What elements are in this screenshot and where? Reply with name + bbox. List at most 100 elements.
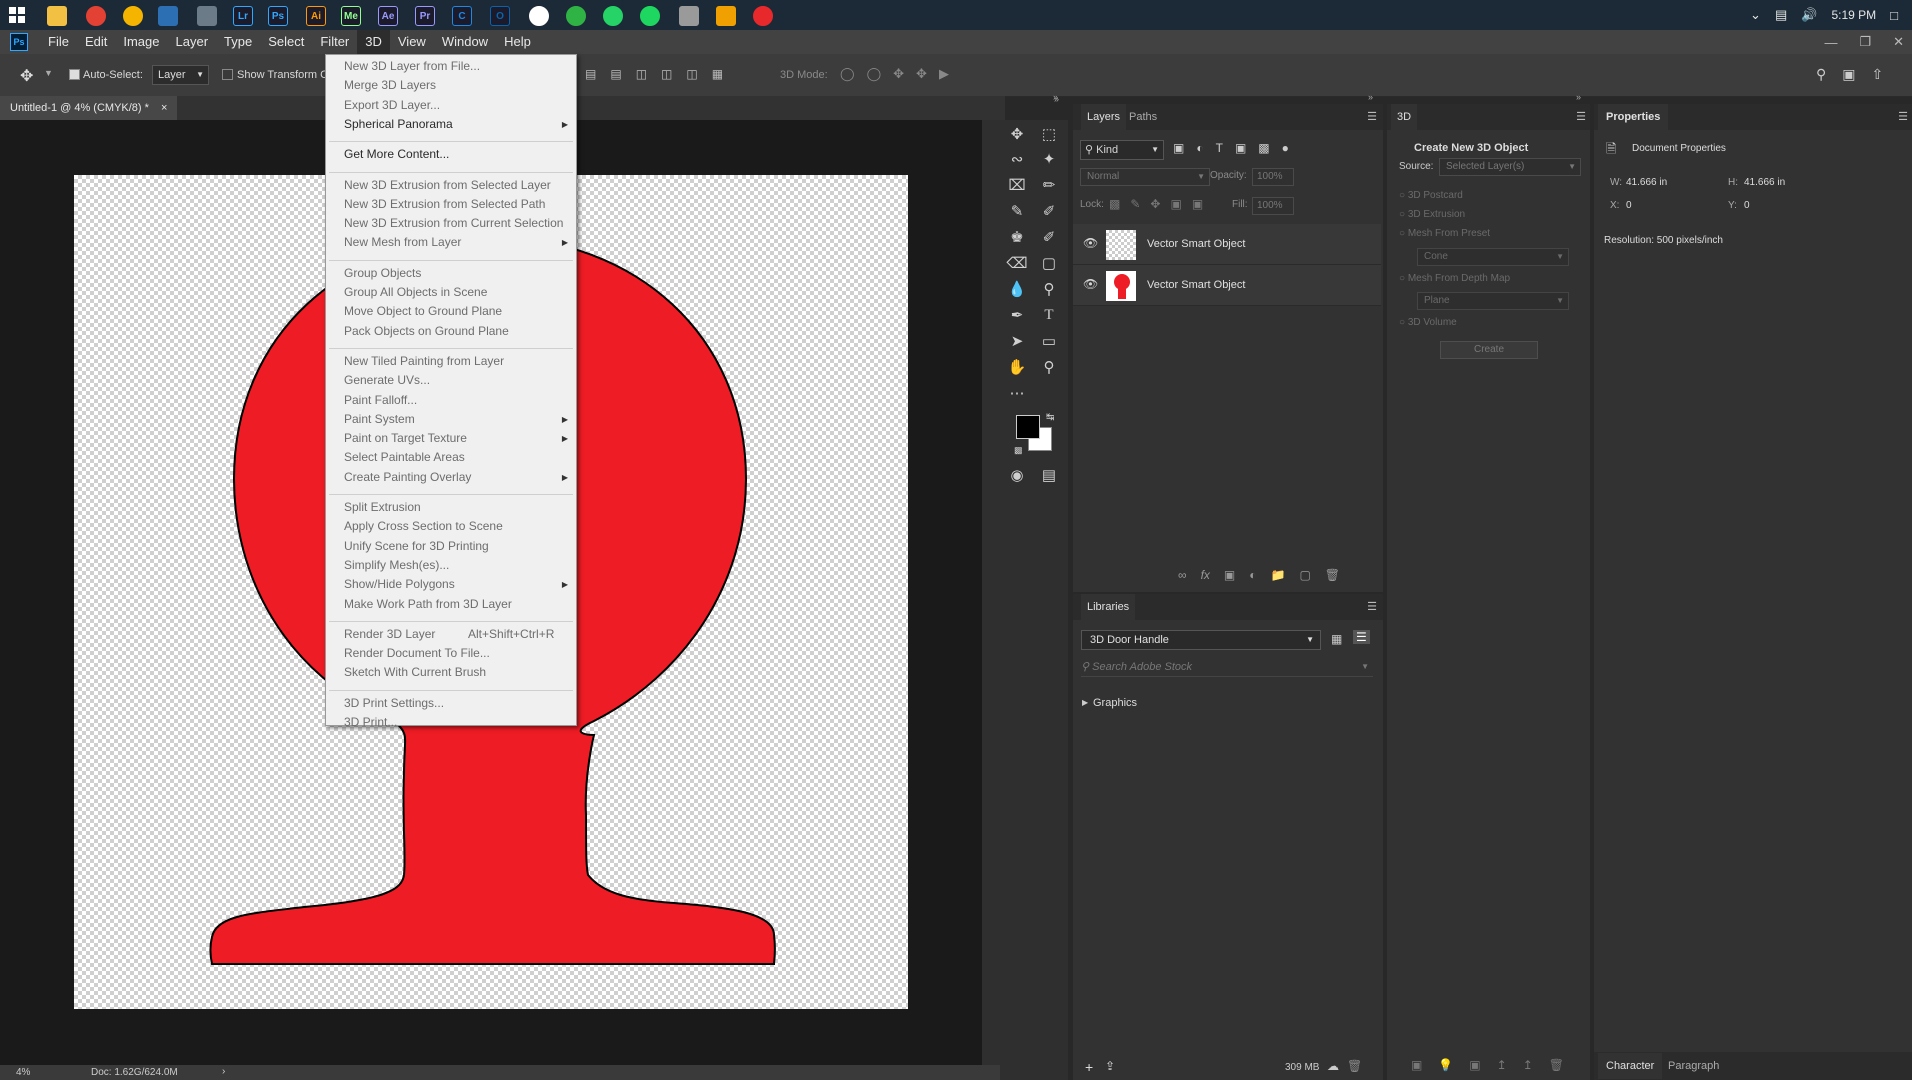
auto-select-checkbox[interactable] [69,69,80,80]
share-icon[interactable]: ⇧ [1872,66,1884,83]
lock-position-icon[interactable]: ✥ [1150,197,1160,211]
option-3d-extrusion[interactable]: ○ 3D Extrusion [1399,209,1465,220]
height-value[interactable]: 41.666 in [1744,177,1785,188]
width-value[interactable]: 41.666 in [1626,177,1667,188]
panel-menu-icon[interactable]: ☰ [1576,110,1586,123]
menu-item-get-more-content[interactable]: Get More Content... [344,147,449,161]
distribute-right-icon[interactable]: ◫ [686,67,697,83]
menu-item-render-3d-layer[interactable]: Render 3D Layer [344,627,435,641]
gradient-tool-icon[interactable]: ▢ [1038,252,1060,274]
menu-image[interactable]: Image [115,30,167,54]
path-selection-tool-icon[interactable]: ➤ [1006,330,1028,352]
close-tab-icon[interactable]: × [161,96,167,120]
option-mesh-from-depth-map[interactable]: ○ Mesh From Depth Map [1399,273,1510,284]
status-chevron-icon[interactable]: › [222,1066,225,1077]
lock-artboard-icon[interactable]: ▣ [1170,197,1181,211]
tab-3d[interactable]: 3D [1391,104,1418,130]
premiere-icon[interactable]: Pr [415,6,435,26]
menu-item-paint-on-target-texture[interactable]: Paint on Target Texture [344,431,467,445]
menu-item-group-objects[interactable]: Group Objects [344,266,421,280]
menu-item-split-extrusion[interactable]: Split Extrusion [344,500,421,514]
menu-item-3d-print[interactable]: 3D Print... [344,715,397,729]
menu-item-paint-system[interactable]: Paint System [344,412,415,426]
tab-libraries[interactable]: Libraries [1081,594,1136,620]
file-explorer-icon[interactable] [47,6,67,26]
add-content-icon[interactable]: + [1085,1059,1093,1075]
adjustment-layer-icon[interactable]: ◐ [1249,568,1256,582]
visibility-eye-icon[interactable]: 👁 [1083,236,1098,250]
menu-item-spherical-panorama[interactable]: Spherical Panorama [344,117,453,131]
layer-select-dropdown[interactable]: Layer ▼ [152,65,209,85]
layer-name[interactable]: Vector Smart Object [1147,238,1245,250]
tab-paths[interactable]: Paths [1129,104,1157,130]
layer-row[interactable]: 👁 Vector Smart Object [1073,224,1381,265]
panel-menu-icon[interactable]: ☰ [1367,110,1377,123]
opacity-input[interactable]: 100% [1252,168,1294,186]
clock[interactable]: 5:19 PM [1831,8,1876,22]
delete-icon[interactable]: 🗑 [1347,1059,1362,1073]
y-value[interactable]: 0 [1744,200,1750,211]
grid-view-icon[interactable]: ▦ [1331,632,1342,646]
menu-window[interactable]: Window [434,30,496,54]
pen-tool-icon[interactable]: ✒ [1006,304,1028,326]
tab-layers[interactable]: Layers [1081,104,1127,130]
x-value[interactable]: 0 [1626,200,1632,211]
new-group-icon[interactable]: 📁 [1271,568,1286,582]
menu-item-move-object-to-ground-plane[interactable]: Move Object to Ground Plane [344,304,502,318]
search-icon[interactable]: ⚲ [1816,66,1826,83]
quick-mask-icon[interactable]: ◉ [1006,464,1028,486]
menu-item-new-3d-extrusion-from-current-selection[interactable]: New 3D Extrusion from Current Selection [344,216,563,230]
auto-align-icon[interactable]: ▦ [712,67,723,83]
lock-all-icon[interactable]: ▣ [1192,197,1203,211]
creative-cloud-icon[interactable] [753,6,773,26]
filter-kind-dropdown[interactable]: ⚲ Kind ▼ [1080,140,1164,160]
menu-edit[interactable]: Edit [77,30,115,54]
screen-mode-icon[interactable]: ▤ [1038,464,1060,486]
show-transform-checkbox[interactable] [222,69,233,80]
menu-item-sketch-with-current-brush[interactable]: Sketch With Current Brush [344,665,486,679]
menu-item-create-painting-overlay[interactable]: Create Painting Overlay [344,470,471,484]
eyedropper-tool-icon[interactable]: ✏ [1038,174,1060,196]
panel-menu-icon[interactable]: ☰ [1898,110,1908,123]
depth-map-dropdown[interactable]: Plane ▼ [1417,292,1569,310]
menu-item-render-document-to-file[interactable]: Render Document To File... [344,646,490,660]
tab-paragraph[interactable]: Paragraph [1668,1053,1719,1079]
menu-3d[interactable]: 3D [357,30,390,54]
menu-item-new-tiled-painting-from-layer[interactable]: New Tiled Painting from Layer [344,354,504,368]
slide-3d-icon[interactable]: ✥ [916,66,927,82]
type-tool-icon[interactable]: T [1038,304,1060,326]
expand-triangle-icon[interactable]: ▶ [1082,698,1088,707]
store-icon[interactable] [716,6,736,26]
magic-wand-tool-icon[interactable]: ✦ [1038,148,1060,170]
lightroom-icon[interactable]: Lr [233,6,253,26]
menu-item-new-3d-layer-from-file[interactable]: New 3D Layer from File... [344,59,480,73]
menu-layer[interactable]: Layer [168,30,217,54]
menu-item-group-all-objects-in-scene[interactable]: Group All Objects in Scene [344,285,487,299]
brush-tool-icon[interactable]: ✐ [1038,200,1060,222]
camera-icon[interactable]: ↥ [1523,1058,1533,1072]
fx-icon[interactable]: fx [1201,568,1210,582]
menu-item-new-3d-extrusion-from-selected-path[interactable]: New 3D Extrusion from Selected Path [344,197,545,211]
collapse-arrows-icon[interactable]: » [1053,92,1058,102]
minimize-icon[interactable]: — [1824,35,1837,50]
menu-item-3d-print-settings[interactable]: 3D Print Settings... [344,696,444,710]
mesh-icon[interactable]: ▣ [1469,1058,1480,1072]
eraser-tool-icon[interactable]: ⌫ [1006,252,1028,274]
document-tab[interactable]: Untitled-1 @ 4% (CMYK/8) * × [0,96,178,120]
swap-colors-icon[interactable]: ↹ [1046,412,1054,423]
delete-layer-icon[interactable]: 🗑 [1325,568,1340,582]
app-line-icon[interactable] [679,6,699,26]
clone-stamp-tool-icon[interactable]: ♚ [1006,226,1028,248]
vertical-scrollbar[interactable] [982,120,1000,1065]
filter-toggle-icon[interactable]: ● [1282,141,1289,155]
distribute-left-icon[interactable]: ◫ [636,67,647,83]
option-3d-volume[interactable]: ○ 3D Volume [1399,317,1457,328]
fill-input[interactable]: 100% [1252,197,1294,215]
whatsapp-icon[interactable] [603,6,623,26]
menu-item-generate-uvs[interactable]: Generate UVs... [344,373,430,387]
marquee-tool-icon[interactable]: ⬚ [1038,123,1060,145]
panel-menu-icon[interactable]: ☰ [1367,600,1377,613]
healing-brush-tool-icon[interactable]: ✎ [1006,200,1028,222]
default-colors-icon[interactable]: ▩ [1014,445,1023,456]
blur-tool-icon[interactable]: 💧 [1006,278,1028,300]
